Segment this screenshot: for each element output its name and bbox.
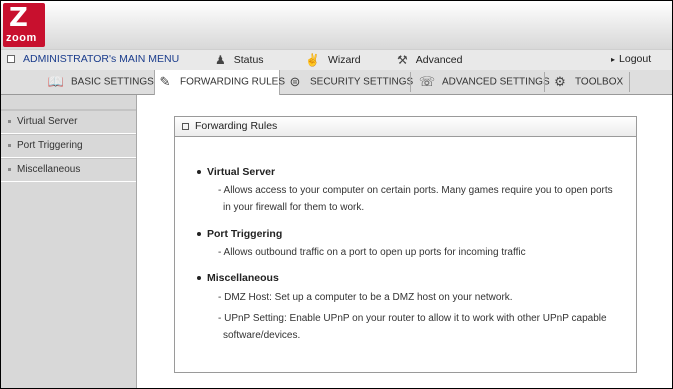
status-link[interactable]: ♟ Status <box>215 53 264 67</box>
advanced-link[interactable]: ⚒ Advanced <box>397 53 462 67</box>
browser-frame: Z zoom ADMINISTRATOR's MAIN MENU ♟ Status… <box>0 0 673 389</box>
description-line: in your firewall for them to work. <box>223 202 365 213</box>
tab-toolbox[interactable]: ⚙ TOOLBOX <box>550 70 628 94</box>
bullet-icon <box>8 119 11 123</box>
sidebar-header <box>1 95 136 110</box>
section-heading-virtual-server: Virtual Server <box>197 166 275 178</box>
tab-security-settings-label: SECURITY SETTINGS <box>310 76 414 88</box>
tab-advanced-settings[interactable]: ☏ ADVANCED SETTINGS <box>417 70 550 94</box>
logout-link[interactable]: ▸ Logout <box>611 53 651 65</box>
status-icon: ♟ <box>215 53 226 67</box>
tab-divider <box>410 72 411 92</box>
admin-main-menu-label: ADMINISTRATOR's MAIN MENU <box>23 53 180 65</box>
book-icon: 📖 <box>47 74 65 89</box>
forwarding-icon: ✎ <box>159 74 171 89</box>
forwarding-rules-panel: Forwarding Rules Virtual Server - Allows… <box>174 116 637 373</box>
security-icon: ⊜ <box>289 74 301 89</box>
section-description-port-triggering: - Allows outbound traffic on a port to o… <box>218 244 618 261</box>
section-heading-label: Miscellaneous <box>207 272 279 284</box>
logout-label: Logout <box>619 53 652 65</box>
description-line: software/devices. <box>223 330 301 341</box>
description-line: - Allows outbound traffic on a port to o… <box>218 247 526 258</box>
bullet-icon <box>197 170 201 175</box>
bullet-icon <box>8 167 11 171</box>
tab-toolbox-label: TOOLBOX <box>575 76 624 88</box>
tab-divider <box>544 72 545 92</box>
main-menu: ADMINISTRATOR's MAIN MENU ♟ Status ✌ Wizar… <box>1 49 672 71</box>
section-heading-label: Port Triggering <box>207 228 283 240</box>
section-heading-miscellaneous: Miscellaneous <box>197 272 279 284</box>
logo-letter: Z <box>9 3 28 33</box>
tab-forwarding-rules[interactable]: ✎ FORWARDING RULES <box>154 70 285 95</box>
sidebar-item-label: Miscellaneous <box>17 164 81 175</box>
zoom-logo[interactable]: Z zoom <box>3 3 45 47</box>
header-banner: Z zoom <box>1 1 672 49</box>
sidebar-item-virtual-server[interactable]: Virtual Server <box>1 110 136 134</box>
bullet-icon <box>8 143 11 147</box>
description-line: - UPnP Setting: Enable UPnP on your rout… <box>218 313 607 324</box>
sidebar: Virtual Server Port Triggering Miscellan… <box>1 95 137 388</box>
tab-divider <box>629 72 630 92</box>
bullet-icon <box>197 276 201 281</box>
bullet-icon <box>197 232 201 237</box>
wizard-link[interactable]: ✌ Wizard <box>305 53 361 67</box>
section-heading-port-triggering: Port Triggering <box>197 228 282 240</box>
section-description-miscellaneous: - DMZ Host: Set up a computer to be a DM… <box>218 289 618 344</box>
logo-word: zoom <box>6 32 37 44</box>
status-label: Status <box>233 53 264 66</box>
tab-bar: 📖 BASIC SETTINGS ✎ FORWARDING RULES ⊜ SECUR… <box>1 70 672 95</box>
section-heading-label: Virtual Server <box>207 166 276 178</box>
tab-basic-settings[interactable]: 📖 BASIC SETTINGS <box>46 70 154 94</box>
square-icon <box>182 122 189 130</box>
arrow-right-icon: ▸ <box>611 55 616 64</box>
advanced-label: Advanced <box>415 53 463 66</box>
toolbox-icon: ⚙ <box>554 74 566 89</box>
advanced-settings-icon: ☏ <box>418 74 436 89</box>
tab-security-settings[interactable]: ⊜ SECURITY SETTINGS <box>285 70 414 94</box>
description-line: - Allows access to your computer on cert… <box>218 185 613 196</box>
advanced-icon: ⚒ <box>397 53 408 67</box>
panel-title: Forwarding Rules <box>195 120 278 132</box>
description-line: - DMZ Host: Set up a computer to be a DM… <box>218 292 513 303</box>
tab-forwarding-rules-label: FORWARDING RULES <box>180 76 286 88</box>
sidebar-item-label: Virtual Server <box>17 116 78 127</box>
sidebar-item-label: Port Triggering <box>17 140 83 151</box>
wizard-label: Wizard <box>327 53 361 66</box>
tab-basic-settings-label: BASIC SETTINGS <box>71 76 154 88</box>
section-description-virtual-server: - Allows access to your computer on cert… <box>218 182 618 216</box>
square-icon <box>7 55 15 64</box>
panel-header: Forwarding Rules <box>175 117 636 137</box>
admin-main-menu-link[interactable]: ADMINISTRATOR's MAIN MENU <box>7 53 179 65</box>
sidebar-item-miscellaneous[interactable]: Miscellaneous <box>1 158 136 182</box>
wizard-icon: ✌ <box>305 53 320 67</box>
sidebar-item-port-triggering[interactable]: Port Triggering <box>1 134 136 158</box>
tab-advanced-settings-label: ADVANCED SETTINGS <box>442 76 550 88</box>
